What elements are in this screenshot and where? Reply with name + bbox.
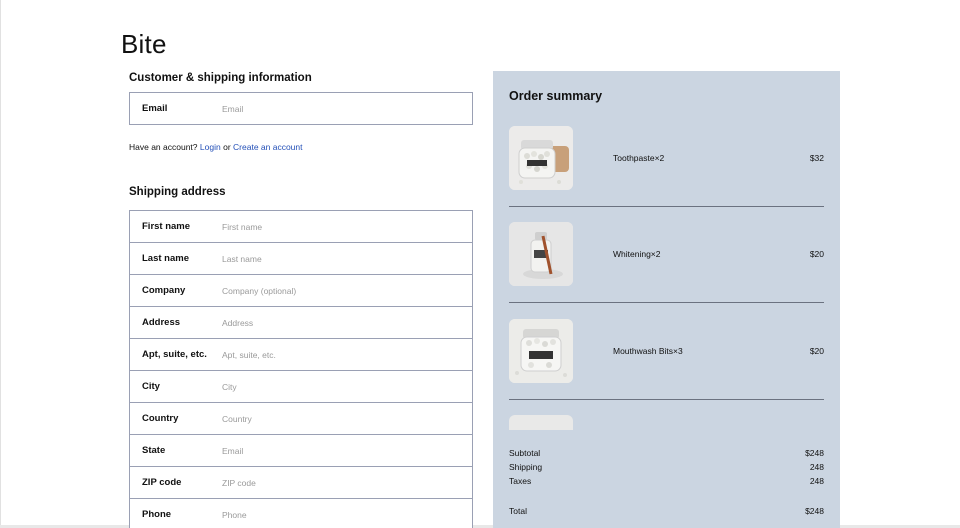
- company-input[interactable]: [222, 285, 452, 296]
- zip-code-field[interactable]: ZIP code: [129, 466, 473, 499]
- country-field[interactable]: Country: [129, 402, 473, 435]
- company-field[interactable]: Company: [129, 274, 473, 307]
- state-label: State: [142, 445, 166, 456]
- item-price: $20: [809, 346, 824, 356]
- taxes-label: Taxes: [509, 476, 532, 486]
- product-image: [509, 415, 573, 430]
- item-price: $32: [809, 153, 824, 163]
- company-label: Company: [142, 285, 186, 296]
- shipping-label: Shipping: [509, 462, 543, 472]
- order-item: Whitening×2 $20: [509, 222, 824, 318]
- item-divider: [509, 206, 824, 207]
- item-divider: [509, 302, 824, 303]
- state-input[interactable]: [222, 445, 452, 456]
- first-name-input[interactable]: [222, 221, 452, 232]
- total-row: Total $248: [509, 506, 824, 518]
- city-field[interactable]: City: [129, 370, 473, 403]
- order-item: Toothpaste×2 $32: [509, 126, 824, 222]
- total-value: $248: [805, 506, 824, 516]
- item-divider: [509, 399, 824, 400]
- city-label: City: [142, 381, 160, 392]
- create-account-link[interactable]: Create an account: [233, 142, 302, 152]
- email-input[interactable]: [222, 103, 452, 114]
- account-or-text: or: [223, 142, 231, 152]
- item-name: Mouthwash Bits×3: [613, 346, 683, 356]
- country-input[interactable]: [222, 413, 452, 424]
- whitening-bottle-image: [509, 222, 573, 286]
- mouthwash-jar-image: [509, 319, 573, 383]
- order-totals: Subtotal $248 Shipping 248 Taxes 248 Tot…: [509, 448, 824, 528]
- item-price: $20: [809, 249, 824, 259]
- zip-code-input[interactable]: [222, 477, 452, 488]
- login-link[interactable]: Login: [200, 142, 221, 152]
- customer-section-title: Customer & shipping information: [129, 72, 312, 84]
- order-summary-panel: Order summary Toothpaste×2 $32 Whitening…: [493, 71, 840, 528]
- taxes-row: Taxes 248: [509, 476, 824, 488]
- taxes-value: 248: [809, 476, 824, 486]
- city-input[interactable]: [222, 381, 452, 392]
- phone-label: Phone: [142, 509, 172, 520]
- email-label: Email: [142, 103, 168, 114]
- last-name-field[interactable]: Last name: [129, 242, 473, 275]
- shipping-row: Shipping 248: [509, 462, 824, 474]
- first-name-field[interactable]: First name: [129, 210, 473, 243]
- page-edge: [0, 0, 1, 528]
- phone-input[interactable]: [222, 509, 452, 520]
- shipping-value: 248: [809, 462, 824, 472]
- state-field[interactable]: State: [129, 434, 473, 467]
- account-prompt: Have an account? Login or Create an acco…: [129, 142, 303, 152]
- subtotal-label: Subtotal: [509, 448, 541, 458]
- last-name-label: Last name: [142, 253, 189, 264]
- item-name: Whitening×2: [613, 249, 661, 259]
- address-field[interactable]: Address: [129, 306, 473, 339]
- brand-logo[interactable]: Bite: [121, 29, 167, 60]
- total-label: Total: [509, 506, 527, 516]
- apt-suite-field[interactable]: Apt, suite, etc.: [129, 338, 473, 371]
- address-label: Address: [142, 317, 181, 328]
- subtotal-value: $248: [805, 448, 824, 458]
- order-item: [509, 415, 824, 431]
- country-label: Country: [142, 413, 179, 424]
- shipping-section-title: Shipping address: [129, 186, 226, 198]
- toothpaste-jar-image: [509, 126, 573, 190]
- item-name: Toothpaste×2: [613, 153, 665, 163]
- last-name-input[interactable]: [222, 253, 452, 264]
- email-field[interactable]: Email: [129, 92, 473, 125]
- subtotal-row: Subtotal $248: [509, 448, 824, 460]
- apt-suite-label: Apt, suite, etc.: [142, 349, 207, 360]
- zip-code-label: ZIP code: [142, 477, 182, 488]
- order-summary-title: Order summary: [509, 89, 603, 103]
- apt-suite-input[interactable]: [222, 349, 452, 360]
- phone-field[interactable]: Phone: [129, 498, 473, 528]
- address-input[interactable]: [222, 317, 452, 328]
- account-prompt-text: Have an account?: [129, 142, 198, 152]
- order-item: Mouthwash Bits×3 $20: [509, 319, 824, 415]
- first-name-label: First name: [142, 221, 191, 232]
